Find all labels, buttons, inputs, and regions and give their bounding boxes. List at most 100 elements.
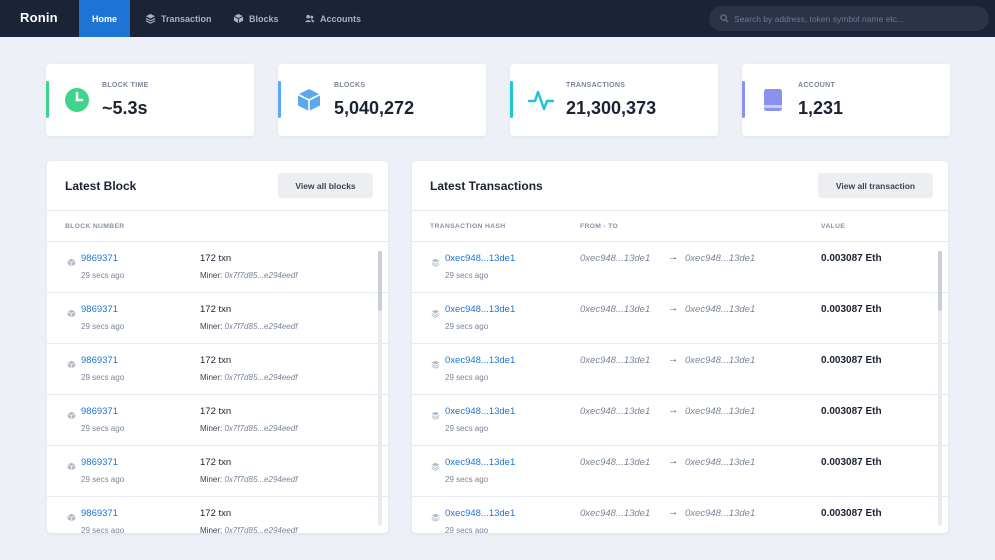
- table-row: 0xec948...13de1 29 secs ago 0xec948...13de…: [412, 344, 948, 395]
- scrollbar-thumb[interactable]: [938, 251, 942, 311]
- nav-item-transaction[interactable]: Transaction: [145, 0, 212, 37]
- miner-info: Miner: 0x7f7d85...e294eedf: [200, 526, 297, 533]
- column-header-transaction-hash: TRANSACTION HASH: [430, 223, 506, 230]
- stat-card-blocks: BLOCKS 5,040,272: [278, 64, 486, 136]
- transaction-time: 29 secs ago: [445, 424, 489, 433]
- view-all-blocks-button[interactable]: View all blocks: [278, 173, 373, 198]
- cube-icon: [67, 356, 76, 369]
- block-number-link[interactable]: 9869371: [81, 355, 118, 366]
- transaction-time: 29 secs ago: [445, 373, 489, 382]
- miner-address-link[interactable]: 0x7f7d85...e294eedf: [224, 424, 297, 433]
- miner-label: Miner:: [200, 373, 223, 382]
- miner-label: Miner:: [200, 322, 223, 331]
- txn-count[interactable]: 172 txn: [200, 457, 231, 468]
- view-all-transaction-button[interactable]: View all transaction: [818, 173, 933, 198]
- cube-icon: [67, 407, 76, 420]
- latest-transactions-panel: Latest Transactions View all transaction…: [412, 161, 948, 533]
- latest-block-panel: Latest Block View all blocks BLOCK NUMBE…: [47, 161, 388, 533]
- block-number-link[interactable]: 9869371: [81, 304, 118, 315]
- transaction-hash-link[interactable]: 0xec948...13de1: [445, 253, 515, 264]
- nav-item-home[interactable]: Home: [79, 0, 130, 37]
- block-time: 29 secs ago: [81, 424, 125, 433]
- txn-count[interactable]: 172 txn: [200, 253, 231, 264]
- transaction-hash-link[interactable]: 0xec948...13de1: [445, 406, 515, 417]
- nav-item-accounts[interactable]: Accounts: [304, 0, 361, 37]
- transaction-value: 0.003087 Eth: [821, 304, 882, 315]
- to-address-link[interactable]: 0xec948...13de1: [685, 406, 755, 417]
- transaction-time: 29 secs ago: [445, 526, 489, 533]
- stat-value: 1,231: [798, 98, 844, 118]
- book-icon: [760, 87, 786, 113]
- nav-item-label: Home: [91, 13, 117, 24]
- block-number-link[interactable]: 9869371: [81, 457, 118, 468]
- to-address-link[interactable]: 0xec948...13de1: [685, 355, 755, 366]
- table-row: 9869371 29 secs ago 172 txn Miner: 0x7f7d85…: [47, 497, 388, 533]
- stat-value: 5,040,272: [334, 98, 415, 118]
- from-address-link[interactable]: 0xec948...13de1: [580, 457, 650, 468]
- cube-icon: [67, 254, 76, 267]
- table-row: 9869371 29 secs ago 172 txn Miner: 0x7f7d85…: [47, 446, 388, 497]
- miner-address-link[interactable]: 0x7f7d85...e294eedf: [224, 475, 297, 484]
- txn-count[interactable]: 172 txn: [200, 355, 231, 366]
- from-address-link[interactable]: 0xec948...13de1: [580, 355, 650, 366]
- block-time: 29 secs ago: [81, 475, 125, 484]
- table-row: 0xec948...13de1 29 secs ago 0xec948...13de…: [412, 242, 948, 293]
- from-address-link[interactable]: 0xec948...13de1: [580, 406, 650, 417]
- search-icon: [720, 10, 729, 28]
- stat-card-transactions: TRANSACTIONS 21,300,373: [510, 64, 718, 136]
- users-icon: [304, 13, 315, 24]
- miner-address-link[interactable]: 0x7f7d85...e294eedf: [224, 271, 297, 280]
- to-address-link[interactable]: 0xec948...13de1: [685, 457, 755, 468]
- transaction-value: 0.003087 Eth: [821, 508, 882, 519]
- transaction-hash-link[interactable]: 0xec948...13de1: [445, 355, 515, 366]
- transaction-value: 0.003087 Eth: [821, 253, 882, 264]
- nav-item-label: Blocks: [249, 13, 279, 24]
- block-number-link[interactable]: 9869371: [81, 508, 118, 519]
- txn-count[interactable]: 172 txn: [200, 304, 231, 315]
- miner-address-link[interactable]: 0x7f7d85...e294eedf: [224, 322, 297, 331]
- panel-title: Latest Transactions: [430, 179, 543, 193]
- search-bar[interactable]: [709, 6, 989, 31]
- column-header-value: VALUE: [821, 223, 846, 230]
- block-number-link[interactable]: 9869371: [81, 253, 118, 264]
- layers-icon: [431, 305, 440, 318]
- block-time: 29 secs ago: [81, 373, 125, 382]
- scrollbar[interactable]: [938, 251, 942, 526]
- transaction-value: 0.003087 Eth: [821, 406, 882, 417]
- arrow-right-icon: →: [668, 507, 678, 518]
- block-time: 29 secs ago: [81, 322, 125, 331]
- arrow-right-icon: →: [668, 354, 678, 365]
- nav-item-blocks[interactable]: Blocks: [233, 0, 279, 37]
- miner-address-link[interactable]: 0x7f7d85...e294eedf: [224, 526, 297, 533]
- stat-label: ACCOUNT: [798, 82, 836, 89]
- stat-card-block-time: BLOCK TIME ~5.3s: [46, 64, 254, 136]
- txn-count[interactable]: 172 txn: [200, 406, 231, 417]
- to-address-link[interactable]: 0xec948...13de1: [685, 508, 755, 519]
- transaction-hash-link[interactable]: 0xec948...13de1: [445, 457, 515, 468]
- search-input[interactable]: [734, 13, 984, 24]
- to-address-link[interactable]: 0xec948...13de1: [685, 253, 755, 264]
- txn-count[interactable]: 172 txn: [200, 508, 231, 519]
- table-header: BLOCK NUMBER: [47, 211, 388, 242]
- miner-info: Miner: 0x7f7d85...e294eedf: [200, 271, 297, 280]
- logo[interactable]: Ronin: [20, 10, 58, 25]
- block-time: 29 secs ago: [81, 271, 125, 280]
- stat-label: BLOCKS: [334, 82, 366, 89]
- activity-icon: [527, 87, 555, 113]
- scrollbar[interactable]: [378, 251, 382, 526]
- transaction-hash-link[interactable]: 0xec948...13de1: [445, 508, 515, 519]
- table-row: 9869371 29 secs ago 172 txn Miner: 0x7f7d85…: [47, 395, 388, 446]
- table-row: 0xec948...13de1 29 secs ago 0xec948...13de…: [412, 293, 948, 344]
- scrollbar-thumb[interactable]: [378, 251, 382, 311]
- block-number-link[interactable]: 9869371: [81, 406, 118, 417]
- transaction-hash-link[interactable]: 0xec948...13de1: [445, 304, 515, 315]
- transaction-value: 0.003087 Eth: [821, 457, 882, 468]
- from-address-link[interactable]: 0xec948...13de1: [580, 508, 650, 519]
- to-address-link[interactable]: 0xec948...13de1: [685, 304, 755, 315]
- from-address-link[interactable]: 0xec948...13de1: [580, 304, 650, 315]
- from-address-link[interactable]: 0xec948...13de1: [580, 253, 650, 264]
- cube-icon: [67, 305, 76, 318]
- miner-info: Miner: 0x7f7d85...e294eedf: [200, 373, 297, 382]
- miner-address-link[interactable]: 0x7f7d85...e294eedf: [224, 373, 297, 382]
- stat-value: ~5.3s: [102, 98, 148, 118]
